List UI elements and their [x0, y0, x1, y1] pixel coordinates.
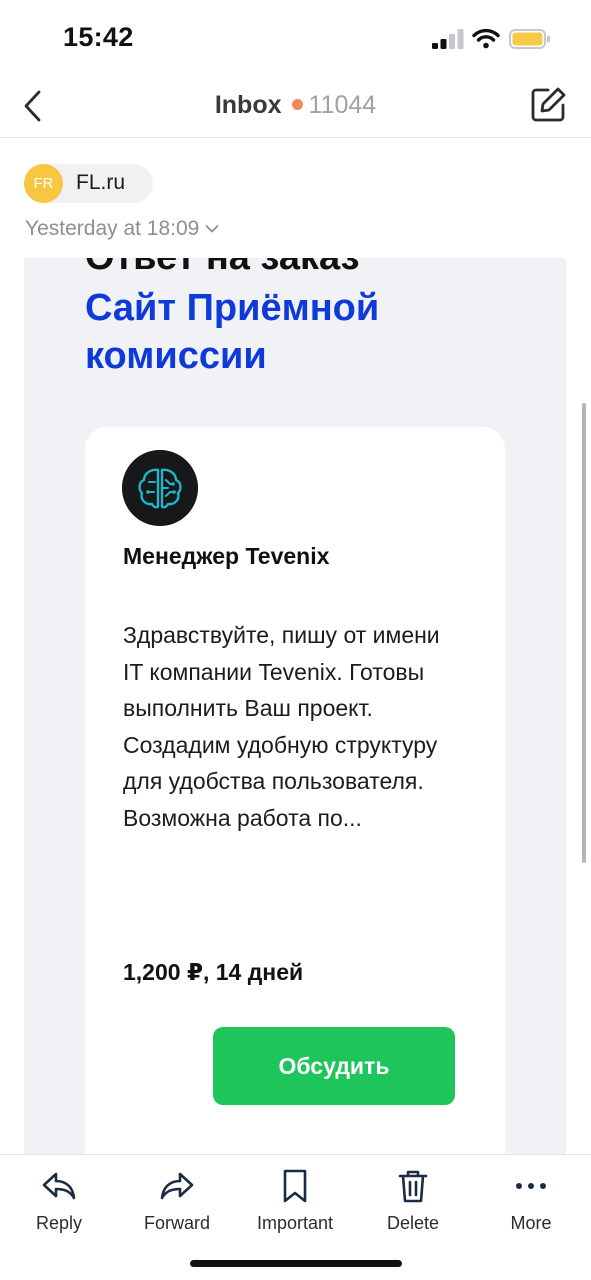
inbox-title[interactable]: Inbox 11044	[0, 91, 591, 120]
cellular-signal-icon	[432, 29, 464, 49]
project-title-line1: Сайт Приёмной	[85, 287, 380, 329]
more-icon	[516, 1183, 546, 1189]
bookmark-icon	[283, 1169, 307, 1203]
more-button[interactable]: More	[472, 1167, 590, 1237]
delete-button[interactable]: Delete	[354, 1167, 472, 1237]
important-label: Important	[256, 1213, 334, 1233]
home-indicator[interactable]	[190, 1260, 402, 1267]
forward-icon	[160, 1172, 194, 1200]
more-label: More	[510, 1213, 552, 1233]
unread-dot	[291, 99, 303, 111]
compose-icon[interactable]	[529, 86, 567, 124]
scrollbar[interactable]	[582, 403, 586, 863]
brain-chip-logo-icon	[122, 450, 198, 526]
inbox-label: Inbox	[214, 91, 282, 119]
reply-icon	[42, 1172, 76, 1200]
important-button[interactable]: Important	[236, 1167, 354, 1237]
status-bar: 15:42	[0, 0, 591, 80]
response-text: Здравствуйте, пишу от имени IT компании …	[123, 622, 440, 831]
trash-icon	[398, 1170, 428, 1203]
author-name: Менеджер Tevenix	[123, 543, 330, 569]
email-heading: Ответ на заказ	[85, 258, 360, 279]
message-date-text: Yesterday at 18:09	[25, 217, 200, 240]
reply-button[interactable]: Reply	[0, 1167, 118, 1237]
price-and-term: 1,200 ₽, 14 дней	[123, 959, 304, 985]
reply-label: Reply	[35, 1213, 83, 1233]
forward-button[interactable]: Forward	[118, 1167, 236, 1237]
sender-name: FL.ru	[76, 171, 126, 194]
delete-label: Delete	[386, 1213, 440, 1233]
message-date[interactable]: Yesterday at 18:09	[25, 217, 219, 241]
forward-label: Forward	[143, 1213, 210, 1233]
chevron-down-icon	[205, 225, 219, 233]
project-title[interactable]: Сайт Приёмной комиссии	[85, 284, 379, 380]
unread-count: 11044	[308, 91, 377, 119]
status-time: 15:42	[63, 22, 134, 52]
navigation-bar: Inbox 11044	[0, 80, 591, 138]
battery-icon	[509, 29, 550, 49]
project-title-line2: комиссии	[85, 335, 267, 377]
wifi-icon	[472, 28, 500, 49]
response-card: Менеджер Tevenix Здравствуйте, пишу от и…	[85, 427, 505, 1154]
email-body: Ответ на заказ Сайт Приёмной комиссии Ме…	[24, 258, 566, 1154]
sender-avatar: FR	[24, 164, 63, 203]
sender-chip[interactable]: FR FL.ru	[24, 164, 153, 203]
discuss-button[interactable]: Обсудить	[213, 1027, 455, 1105]
